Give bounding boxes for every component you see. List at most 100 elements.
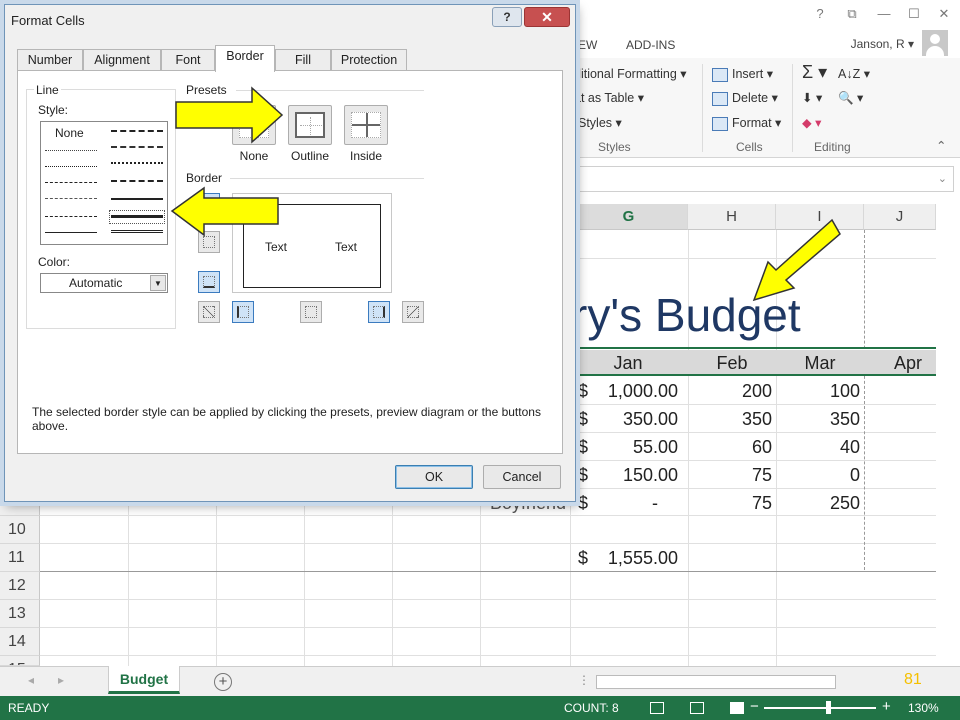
month-apr[interactable]: Apr: [864, 353, 952, 374]
chevron-down-icon[interactable]: ▼: [150, 275, 166, 291]
preset-outline-button[interactable]: [288, 105, 332, 145]
color-dropdown[interactable]: Automatic ▼: [40, 273, 168, 293]
month-feb[interactable]: Feb: [688, 353, 776, 374]
row-header-12[interactable]: 12: [0, 572, 40, 600]
help-icon[interactable]: ?: [810, 6, 830, 24]
jan-value[interactable]: 350.00: [596, 405, 678, 433]
maximize-icon[interactable]: ☐: [904, 6, 924, 24]
tab-add-ins[interactable]: ADD-INS: [626, 38, 675, 52]
feb-value[interactable]: 200: [688, 377, 772, 405]
line-style-option[interactable]: [111, 230, 163, 233]
cancel-button[interactable]: Cancel: [483, 465, 561, 489]
close-icon[interactable]: ✕: [934, 6, 954, 24]
normal-view-icon[interactable]: [650, 702, 664, 714]
border-diagonal-up-button[interactable]: [198, 301, 220, 323]
page-break-preview-icon[interactable]: [730, 702, 744, 714]
month-mar[interactable]: Mar: [776, 353, 864, 374]
feb-value[interactable]: 60: [688, 433, 772, 461]
row-header-13[interactable]: 13: [0, 600, 40, 628]
line-style-option[interactable]: [45, 166, 97, 167]
total-currency[interactable]: $: [578, 544, 588, 572]
tab-border[interactable]: Border: [215, 45, 275, 72]
line-style-option[interactable]: [111, 198, 163, 200]
jan-value[interactable]: 150.00: [596, 461, 678, 489]
horizontal-scrollbar[interactable]: [596, 675, 836, 689]
mar-value[interactable]: 0: [776, 461, 860, 489]
row-header-14[interactable]: 14: [0, 628, 40, 656]
line-style-option[interactable]: [111, 162, 163, 164]
row-header-10[interactable]: 10: [0, 516, 40, 544]
border-diagonal-down-button[interactable]: [402, 301, 424, 323]
ok-button[interactable]: OK: [395, 465, 473, 489]
border-middle-vertical-button[interactable]: [300, 301, 322, 323]
mar-value[interactable]: 250: [776, 489, 860, 517]
insert-button[interactable]: Insert ▾: [712, 66, 773, 82]
fill-button[interactable]: ⬇ ▾: [802, 90, 822, 105]
line-style-option[interactable]: [111, 146, 163, 148]
line-style-option[interactable]: [45, 182, 97, 183]
zoom-slider-thumb[interactable]: [826, 701, 831, 714]
column-header-g[interactable]: G: [570, 204, 688, 230]
cell-styles-button[interactable]: Styles ▾: [578, 115, 622, 130]
conditional-formatting-button[interactable]: ditional Formatting ▾: [574, 66, 687, 81]
sort-filter-button[interactable]: A↓Z ▾: [838, 66, 870, 81]
tab-splitter-icon[interactable]: ⋮: [578, 673, 590, 687]
jan-value[interactable]: -: [596, 489, 658, 517]
line-style-option[interactable]: [111, 130, 163, 132]
currency-symbol[interactable]: $: [578, 377, 588, 405]
currency-symbol[interactable]: $: [578, 461, 588, 489]
line-style-option[interactable]: [45, 198, 97, 199]
dialog-help-button[interactable]: ?: [492, 7, 522, 27]
clear-button[interactable]: ◆ ▾: [802, 115, 821, 130]
page-layout-icon[interactable]: [690, 702, 704, 714]
format-button[interactable]: Format ▾: [712, 115, 781, 131]
border-right-button[interactable]: [368, 301, 390, 323]
line-style-none[interactable]: None: [55, 126, 84, 140]
user-name[interactable]: Janson, R ▾: [851, 37, 914, 51]
month-jan[interactable]: Jan: [584, 353, 672, 374]
line-style-option[interactable]: [45, 216, 97, 217]
scroll-right-icon[interactable]: ▸: [58, 673, 64, 687]
tab-protection[interactable]: Protection: [331, 49, 407, 71]
formula-bar[interactable]: ⌄: [570, 166, 954, 192]
zoom-level[interactable]: 130%: [908, 701, 939, 715]
add-sheet-icon[interactable]: +: [214, 673, 232, 691]
ribbon-display-icon[interactable]: ⧉: [842, 6, 862, 24]
feb-value[interactable]: 350: [688, 405, 772, 433]
format-as-table-button[interactable]: at as Table ▾: [574, 90, 644, 105]
expand-formula-bar-icon[interactable]: ⌄: [938, 172, 947, 185]
tab-fill[interactable]: Fill: [275, 49, 331, 71]
autosum-button[interactable]: Σ ▾: [802, 62, 827, 83]
border-left-button[interactable]: [232, 301, 254, 323]
line-style-list[interactable]: None: [40, 121, 168, 245]
mar-value[interactable]: 100: [776, 377, 860, 405]
feb-value[interactable]: 75: [688, 461, 772, 489]
line-style-option[interactable]: [111, 180, 163, 182]
currency-symbol[interactable]: $: [578, 489, 588, 517]
jan-value[interactable]: 1,000.00: [596, 377, 678, 405]
currency-symbol[interactable]: $: [578, 405, 588, 433]
tab-alignment[interactable]: Alignment: [83, 49, 161, 71]
tab-number[interactable]: Number: [17, 49, 83, 71]
find-select-button[interactable]: 🔍 ▾: [838, 90, 863, 106]
tab-view[interactable]: EW: [578, 38, 597, 52]
minimize-icon[interactable]: —: [874, 6, 894, 24]
tab-font[interactable]: Font: [161, 49, 215, 71]
delete-button[interactable]: Delete ▾: [712, 90, 778, 106]
border-bottom-button[interactable]: [198, 271, 220, 293]
avatar[interactable]: [922, 30, 948, 56]
total-value[interactable]: 1,555.00: [596, 544, 678, 572]
row-header-11[interactable]: 11: [0, 544, 40, 572]
preset-inside-button[interactable]: [344, 105, 388, 145]
jan-value[interactable]: 55.00: [596, 433, 678, 461]
collapse-ribbon-icon[interactable]: ⌃: [936, 138, 946, 153]
dialog-close-button[interactable]: ✕: [524, 7, 570, 27]
row-header-15[interactable]: 15: [0, 656, 40, 666]
zoom-out-icon[interactable]: −: [750, 698, 759, 715]
mar-value[interactable]: 40: [776, 433, 860, 461]
line-style-option[interactable]: [45, 232, 97, 233]
feb-value[interactable]: 75: [688, 489, 772, 517]
line-style-option[interactable]: [45, 150, 97, 151]
line-style-option[interactable]: [111, 215, 163, 218]
column-header-j[interactable]: J: [864, 204, 936, 230]
